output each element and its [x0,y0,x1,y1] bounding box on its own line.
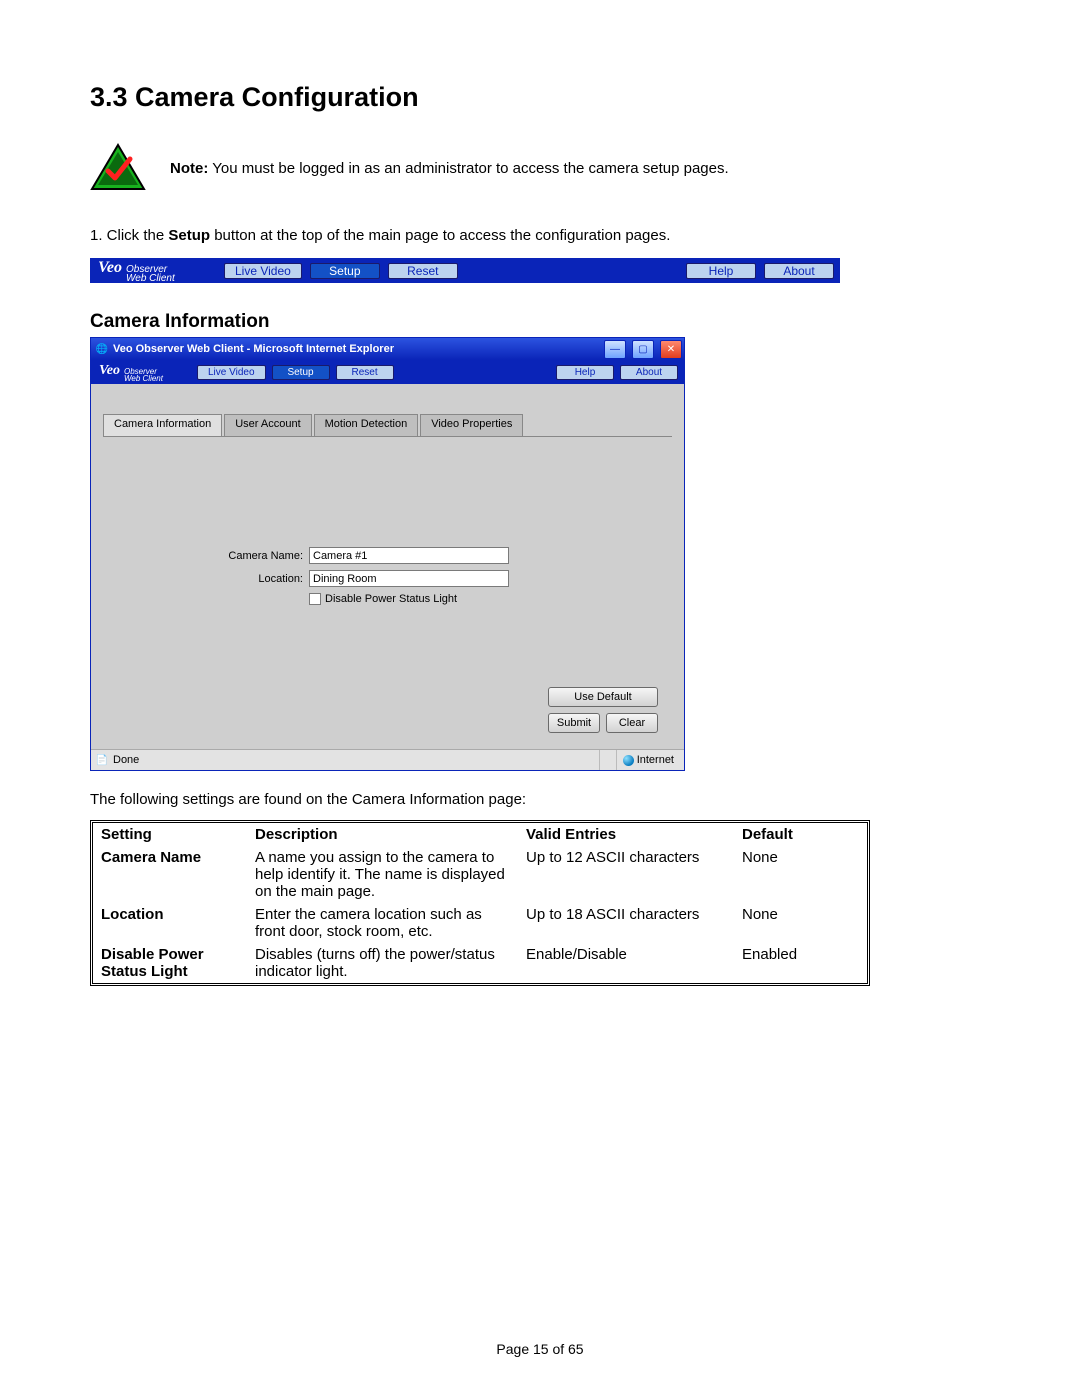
ie-window-title: Veo Observer Web Client - Microsoft Inte… [113,343,600,355]
reset-button[interactable]: Reset [388,263,458,279]
table-row: Disable Power Status Light Disables (tur… [93,943,867,983]
table-row: Location Enter the camera location such … [93,903,867,943]
close-button[interactable]: ✕ [660,340,682,359]
step1-bold: Setup [168,227,210,244]
submit-button[interactable]: Submit [548,713,600,733]
th-default: Default [734,823,867,846]
status-done: Done [113,754,139,766]
logo-brand: Veo [98,259,122,277]
disable-psl-checkbox[interactable] [309,593,321,605]
about-button[interactable]: About [764,263,834,279]
minimize-button[interactable]: — [604,340,626,359]
ie-window: 🌐 Veo Observer Web Client - Microsoft In… [90,337,685,771]
setup-button-inner[interactable]: Setup [272,365,330,380]
tab-video-properties[interactable]: Video Properties [420,414,523,436]
note-label: Note: [170,160,208,177]
about-button-inner[interactable]: About [620,365,678,380]
step1-post: button at the top of the main page to ac… [210,227,670,244]
location-label: Location: [103,573,309,585]
tab-camera-information[interactable]: Camera Information [103,414,222,436]
logo-inner: Veo ObserverWeb Client [97,363,191,382]
logo-sub: ObserverWeb Client [126,265,175,283]
note-text: Note: You must be logged in as an admini… [170,160,729,177]
form-area: Camera Name: Location: Disable Power Sta… [91,437,684,617]
help-button-inner[interactable]: Help [556,365,614,380]
live-video-button[interactable]: Live Video [224,263,302,279]
inner-toolbar: Veo ObserverWeb Client Live Video Setup … [91,360,684,384]
clear-button[interactable]: Clear [606,713,658,733]
section-heading: 3.3 Camera Configuration [90,82,990,113]
tab-motion-detection[interactable]: Motion Detection [314,414,419,436]
location-input[interactable] [309,570,509,587]
lead-text: The following settings are found on the … [90,791,990,808]
caution-icon [90,143,146,193]
camera-name-label: Camera Name: [103,550,309,562]
live-video-button-inner[interactable]: Live Video [197,365,266,380]
tabs: Camera Information User Account Motion D… [103,414,672,437]
setup-button[interactable]: Setup [310,263,380,279]
sub-heading: Camera Information [90,311,990,333]
disable-psl-label: Disable Power Status Light [325,593,457,605]
help-button[interactable]: Help [686,263,756,279]
tab-user-account[interactable]: User Account [224,414,311,436]
ie-statusbar: 📄 Done Internet [91,749,684,770]
use-default-button[interactable]: Use Default [548,687,658,707]
th-valid: Valid Entries [518,823,734,846]
ie-app-icon: 🌐 [95,342,109,356]
page-footer: Page 15 of 65 [0,1341,1080,1357]
logo: Veo ObserverWeb Client [96,259,216,283]
settings-table: Setting Description Valid Entries Defaul… [90,820,870,986]
top-toolbar: Veo ObserverWeb Client Live Video Setup … [90,258,840,283]
th-setting: Setting [93,823,247,846]
camera-name-input[interactable] [309,547,509,564]
page-icon: 📄 [95,753,109,767]
maximize-button[interactable]: ▢ [632,340,654,359]
note-body: You must be logged in as an administrato… [208,160,728,177]
ie-titlebar: 🌐 Veo Observer Web Client - Microsoft In… [91,338,684,360]
reset-button-inner[interactable]: Reset [336,365,394,380]
status-zone: Internet [616,750,680,770]
th-description: Description [247,823,518,846]
step-1: 1. Click the Setup button at the top of … [90,227,990,244]
step1-pre: 1. Click the [90,227,168,244]
table-row: Camera Name A name you assign to the cam… [93,846,867,903]
globe-icon [623,755,634,766]
